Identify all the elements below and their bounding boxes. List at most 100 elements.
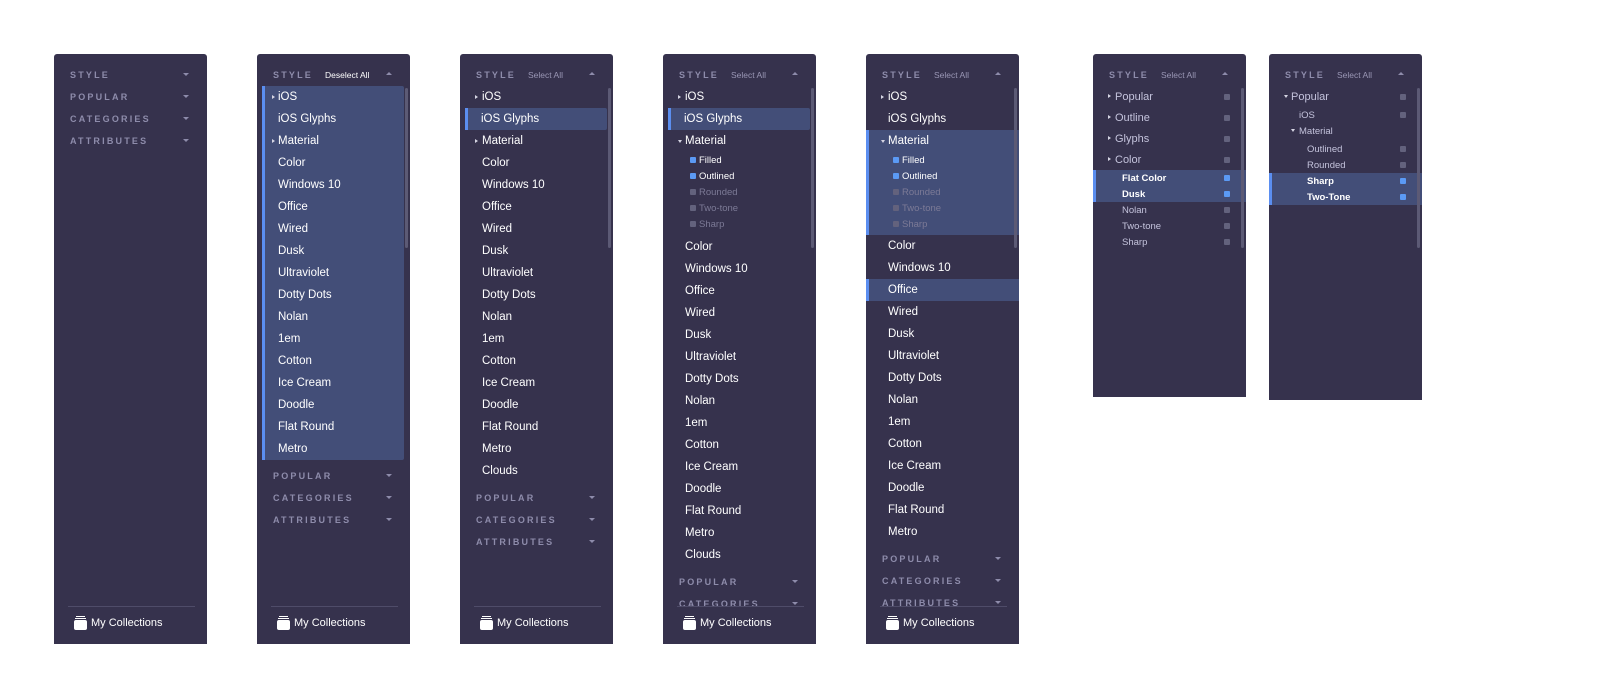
list-item[interactable]: Ice Cream [663, 456, 816, 478]
section-categories[interactable]: CATEGORIES [460, 509, 613, 531]
checkbox-icon[interactable] [1224, 207, 1230, 213]
checkbox-icon[interactable] [1224, 94, 1230, 100]
list-item[interactable]: Windows 10 [262, 174, 404, 196]
sub-item-filled[interactable]: Filled [866, 152, 1019, 168]
checkbox-icon[interactable] [1400, 178, 1406, 184]
list-item[interactable]: Metro [262, 438, 404, 460]
section-style[interactable]: STYLE Select All [1269, 64, 1422, 86]
checkbox-icon[interactable] [1400, 112, 1406, 118]
checkbox-icon[interactable] [1224, 175, 1230, 181]
checkbox-icon[interactable] [1224, 191, 1230, 197]
list-item[interactable]: iOS [460, 86, 613, 108]
tree-sub-item[interactable]: Rounded [1269, 157, 1422, 173]
tree-sub-item[interactable]: Sharp [1093, 234, 1246, 250]
section-style[interactable]: STYLE Select All [663, 64, 816, 86]
list-item[interactable]: iOS [262, 86, 404, 108]
my-collections-button[interactable]: My Collections [886, 616, 975, 630]
list-item-selected[interactable]: Office [866, 279, 1019, 301]
tree-item-glyphs[interactable]: Glyphs [1093, 128, 1246, 149]
tree-sub-item[interactable]: Dusk [1093, 186, 1246, 202]
list-item[interactable]: Flat Round [663, 500, 816, 522]
list-item[interactable]: Dusk [460, 240, 613, 262]
section-categories[interactable]: CATEGORIES [866, 570, 1019, 592]
section-style[interactable]: STYLE [54, 64, 207, 86]
checkbox-icon[interactable] [1400, 146, 1406, 152]
list-item-selected[interactable]: Material [866, 130, 1019, 152]
tree-sub-item[interactable]: Two-Tone [1269, 189, 1422, 205]
list-item[interactable]: Clouds [460, 460, 613, 482]
list-item[interactable]: Color [866, 235, 1019, 257]
checkbox-icon[interactable] [1224, 157, 1230, 163]
list-item[interactable]: Dotty Dots [262, 284, 404, 306]
list-item[interactable]: Nolan [262, 306, 404, 328]
tree-item-material[interactable]: Material [1269, 123, 1422, 139]
list-item[interactable]: Color [663, 236, 816, 258]
list-item[interactable]: Ultraviolet [866, 345, 1019, 367]
sub-item-two-tone[interactable]: Two-tone [663, 200, 816, 216]
tree-item-popular[interactable]: Popular [1093, 86, 1246, 107]
list-item[interactable]: Ice Cream [262, 372, 404, 394]
scrollbar[interactable] [1014, 88, 1017, 248]
deselect-all-button[interactable]: Deselect All [325, 70, 369, 80]
list-item[interactable]: Metro [866, 521, 1019, 543]
checkbox-icon[interactable] [1224, 239, 1230, 245]
list-item[interactable]: Doodle [866, 477, 1019, 499]
tree-item-outline[interactable]: Outline [1093, 107, 1246, 128]
section-style[interactable]: STYLE Select All [460, 64, 613, 86]
scrollbar[interactable] [405, 88, 408, 248]
sub-item-rounded[interactable]: Rounded [663, 184, 816, 200]
list-item[interactable]: Flat Round [866, 499, 1019, 521]
list-item[interactable]: Ultraviolet [663, 346, 816, 368]
section-style[interactable]: STYLE Deselect All [257, 64, 410, 86]
section-popular[interactable]: POPULAR [866, 548, 1019, 570]
tree-item-ios[interactable]: iOS [1269, 107, 1422, 123]
my-collections-button[interactable]: My Collections [277, 616, 366, 630]
tree-item-popular[interactable]: Popular [1269, 86, 1422, 107]
sub-item-sharp[interactable]: Sharp [663, 216, 816, 232]
checkbox-icon[interactable] [1224, 115, 1230, 121]
list-item-selected[interactable]: iOS Glyphs [465, 108, 607, 130]
list-item[interactable]: iOS Glyphs [866, 108, 1019, 130]
checkbox-icon[interactable] [1400, 94, 1406, 100]
scrollbar[interactable] [608, 88, 611, 248]
section-popular[interactable]: POPULAR [460, 487, 613, 509]
list-item[interactable]: Windows 10 [460, 174, 613, 196]
select-all-button[interactable]: Select All [528, 70, 563, 80]
scrollbar[interactable] [1241, 88, 1244, 248]
list-item[interactable]: Metro [663, 522, 816, 544]
sub-item-sharp[interactable]: Sharp [866, 216, 1019, 232]
list-item[interactable]: 1em [663, 412, 816, 434]
sub-item-rounded[interactable]: Rounded [866, 184, 1019, 200]
list-item[interactable]: Dusk [262, 240, 404, 262]
list-item[interactable]: Ultraviolet [460, 262, 613, 284]
tree-sub-item[interactable]: Sharp [1269, 173, 1422, 189]
list-item-selected[interactable]: iOS Glyphs [668, 108, 810, 130]
list-item[interactable]: Doodle [262, 394, 404, 416]
section-popular[interactable]: POPULAR [54, 86, 207, 108]
list-item[interactable]: Nolan [866, 389, 1019, 411]
list-item[interactable]: Cotton [866, 433, 1019, 455]
list-item[interactable]: 1em [262, 328, 404, 350]
list-item[interactable]: Clouds [663, 544, 816, 566]
list-item[interactable]: iOS [866, 86, 1019, 108]
list-item[interactable]: Ice Cream [460, 372, 613, 394]
list-item[interactable]: iOS Glyphs [262, 108, 404, 130]
list-item[interactable]: Wired [262, 218, 404, 240]
section-attributes[interactable]: ATTRIBUTES [257, 509, 410, 531]
list-item[interactable]: 1em [460, 328, 613, 350]
list-item[interactable]: Dusk [866, 323, 1019, 345]
select-all-button[interactable]: Select All [934, 70, 969, 80]
sub-item-filled[interactable]: Filled [663, 152, 816, 168]
list-item[interactable]: Cotton [460, 350, 613, 372]
list-item[interactable]: Office [663, 280, 816, 302]
list-item[interactable]: iOS [663, 86, 816, 108]
list-item[interactable]: Cotton [262, 350, 404, 372]
scrollbar[interactable] [811, 88, 814, 248]
list-item[interactable]: Metro [460, 438, 613, 460]
section-categories[interactable]: CATEGORIES [257, 487, 410, 509]
list-item[interactable]: Flat Round [460, 416, 613, 438]
list-item[interactable]: Nolan [663, 390, 816, 412]
list-item[interactable]: Material [262, 130, 404, 152]
list-item[interactable]: Dusk [663, 324, 816, 346]
list-item[interactable]: Windows 10 [663, 258, 816, 280]
